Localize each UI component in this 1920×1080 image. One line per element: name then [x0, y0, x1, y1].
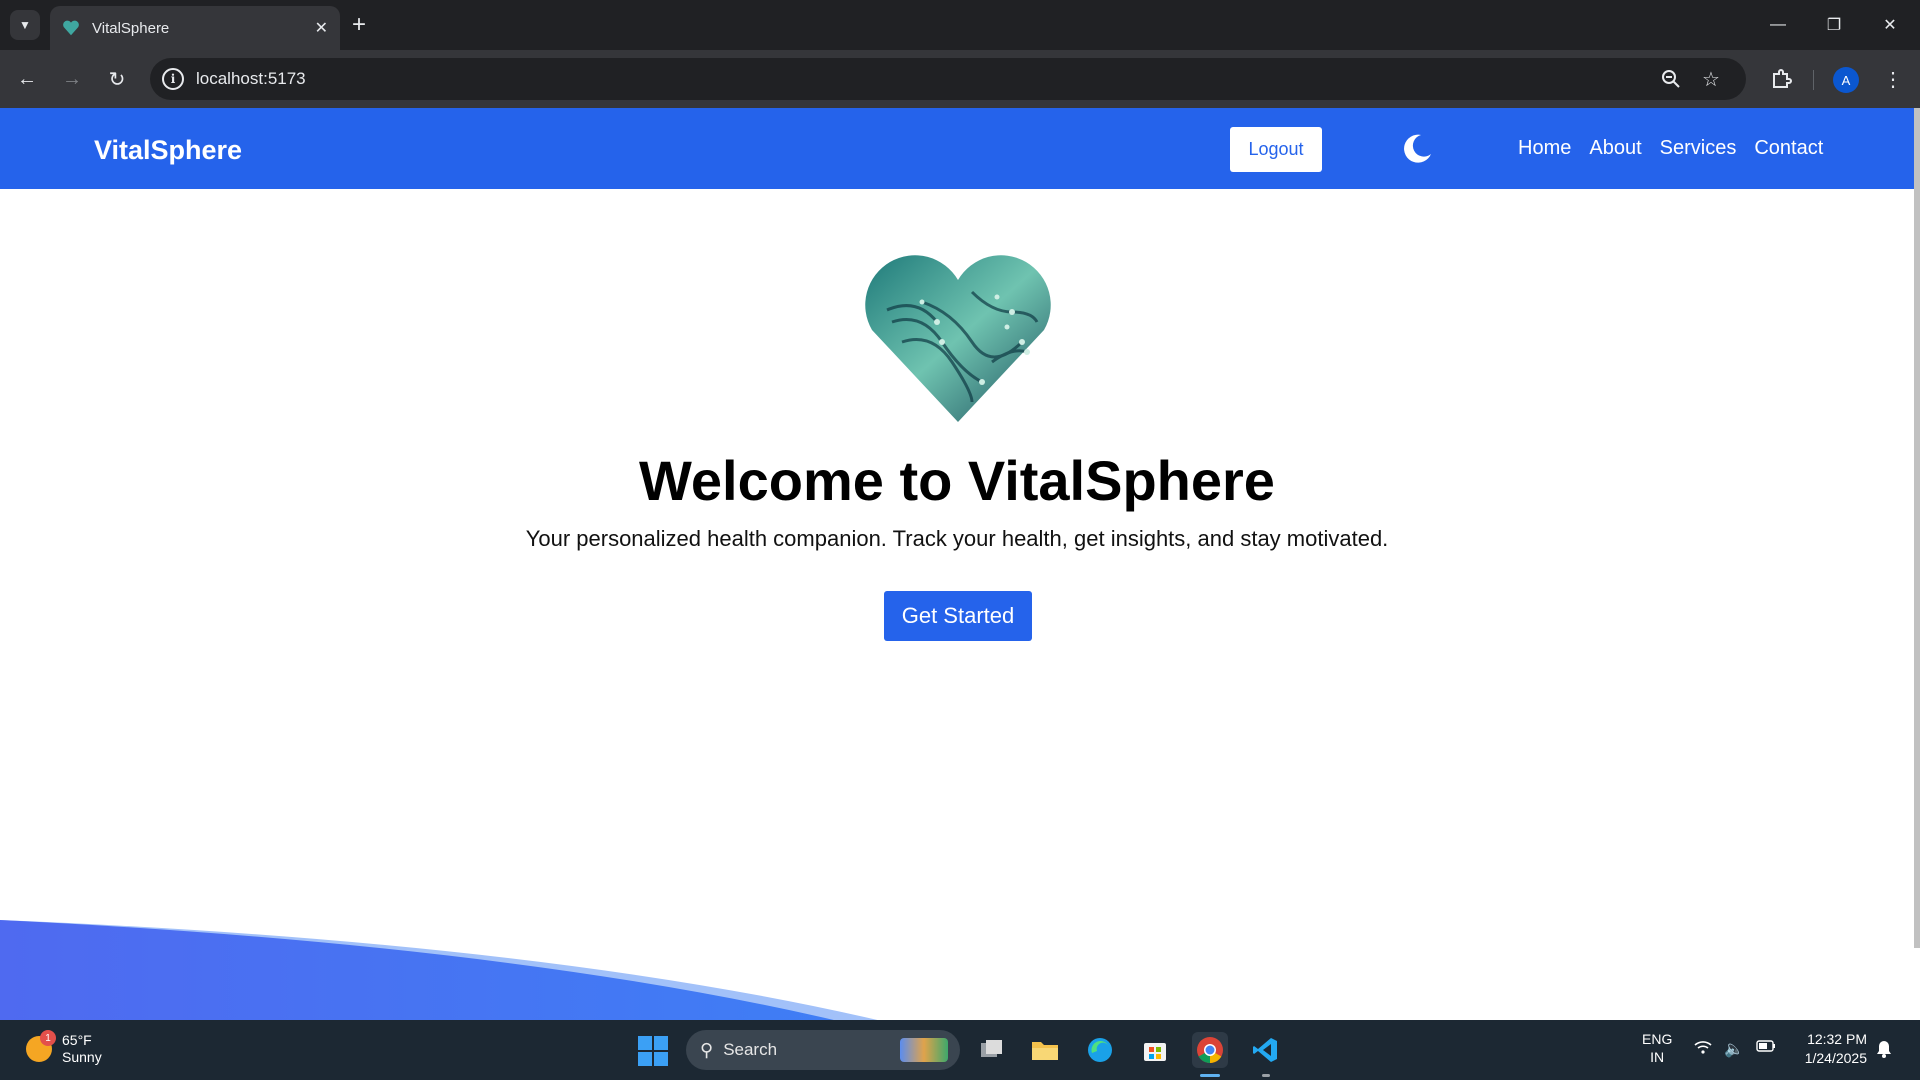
browser-toolbar: ← → ↻ i localhost:5173 ☆ A ⋮: [0, 50, 1920, 108]
profile-avatar[interactable]: A: [1833, 67, 1859, 93]
notification-bell-icon[interactable]: [1876, 1040, 1892, 1063]
minimize-button[interactable]: —: [1750, 0, 1806, 50]
battery-icon[interactable]: [1756, 1039, 1776, 1060]
tab-title: VitalSphere: [92, 19, 170, 37]
restore-button[interactable]: ❐: [1806, 0, 1862, 50]
new-tab-button[interactable]: +: [352, 12, 366, 38]
language-region: IN: [1650, 1049, 1665, 1065]
edge-browser-icon[interactable]: [1082, 1032, 1118, 1068]
language-indicator[interactable]: ENG IN: [1642, 1030, 1672, 1066]
wifi-icon[interactable]: [1694, 1039, 1712, 1060]
moon-icon[interactable]: [1400, 132, 1434, 166]
site-info-icon[interactable]: i: [162, 68, 184, 90]
taskbar-search[interactable]: ⚲ Search: [686, 1030, 960, 1070]
windows-taskbar: 1 65°F Sunny ⚲ Search ENG IN 🔈 12:32 PM …: [0, 1020, 1920, 1080]
more-menu-icon[interactable]: ⋮: [1876, 62, 1910, 96]
nav-link-home[interactable]: Home: [1518, 137, 1571, 160]
browser-tab-strip: ▼ VitalSphere ✕ + — ❐ ✕: [0, 0, 1920, 50]
page-viewport: VitalSphere Logout Home About Services C…: [0, 108, 1920, 1020]
reload-button[interactable]: ↻: [100, 62, 134, 96]
file-explorer-icon[interactable]: [1027, 1032, 1063, 1068]
language-code: ENG: [1642, 1031, 1673, 1047]
weather-badge: 1: [40, 1030, 56, 1046]
back-button[interactable]: ←: [10, 62, 44, 96]
sun-icon: 1: [26, 1030, 56, 1062]
arrow-right-icon: →: [62, 67, 82, 90]
clock-time: 12:32 PM: [1807, 1031, 1867, 1047]
extensions-puzzle-icon[interactable]: [1764, 62, 1798, 96]
system-tray-icons[interactable]: 🔈: [1694, 1039, 1776, 1060]
vscode-running-indicator: [1262, 1074, 1270, 1077]
nav-link-contact[interactable]: Contact: [1754, 137, 1823, 160]
toolbar-divider: [1813, 70, 1814, 90]
chevron-down-icon: ▼: [19, 18, 31, 32]
address-bar-url[interactable]: localhost:5173: [196, 69, 306, 89]
decorative-wave: [0, 920, 878, 1020]
windows-start-icon[interactable]: [638, 1036, 668, 1066]
brand-logo-text[interactable]: VitalSphere: [94, 135, 242, 166]
main-nav: Home About Services Contact: [1518, 137, 1823, 160]
taskbar-search-label: Search: [723, 1040, 778, 1059]
chrome-active-indicator: [1200, 1074, 1220, 1077]
microsoft-store-icon[interactable]: [1137, 1032, 1173, 1068]
hero-title: Welcome to VitalSphere: [639, 449, 1275, 512]
system-clock[interactable]: 12:32 PM 1/24/2025: [1793, 1030, 1867, 1068]
reload-icon: ↻: [108, 68, 126, 91]
get-started-button[interactable]: Get Started: [884, 591, 1032, 641]
weather-desc: Sunny: [62, 1049, 102, 1065]
browser-tab-active[interactable]: VitalSphere ✕: [50, 6, 340, 50]
arrow-left-icon: ←: [17, 67, 37, 90]
chrome-icon[interactable]: [1192, 1032, 1228, 1068]
zoom-icon[interactable]: [1658, 66, 1684, 92]
hero-subtitle: Your personalized health companion. Trac…: [525, 526, 1389, 551]
app-navbar: VitalSphere Logout Home About Services C…: [0, 108, 1914, 189]
nav-link-about[interactable]: About: [1589, 137, 1641, 160]
tab-close-icon[interactable]: ✕: [315, 18, 328, 38]
bookmark-star-icon[interactable]: ☆: [1698, 66, 1724, 92]
search-icon: ⚲: [700, 1039, 714, 1060]
search-highlight-image: [900, 1038, 948, 1062]
clock-date: 1/24/2025: [1804, 1050, 1867, 1066]
address-bar[interactable]: i localhost:5173 ☆: [150, 58, 1746, 100]
page-scrollbar[interactable]: [1914, 108, 1920, 948]
weather-temp: 65°F: [62, 1032, 92, 1048]
tab-search-button[interactable]: ▼: [10, 10, 40, 40]
heart-favicon-icon: [63, 20, 79, 36]
forward-button[interactable]: →: [55, 62, 89, 96]
volume-icon[interactable]: 🔈: [1724, 1039, 1744, 1060]
weather-widget[interactable]: 1 65°F Sunny: [26, 1030, 102, 1066]
vscode-icon[interactable]: [1247, 1032, 1283, 1068]
circuit-heart-logo: [865, 255, 1051, 422]
logout-button[interactable]: Logout: [1230, 127, 1322, 172]
window-close-button[interactable]: ✕: [1862, 0, 1918, 50]
task-view-icon[interactable]: [974, 1032, 1010, 1068]
nav-link-services[interactable]: Services: [1660, 137, 1737, 160]
